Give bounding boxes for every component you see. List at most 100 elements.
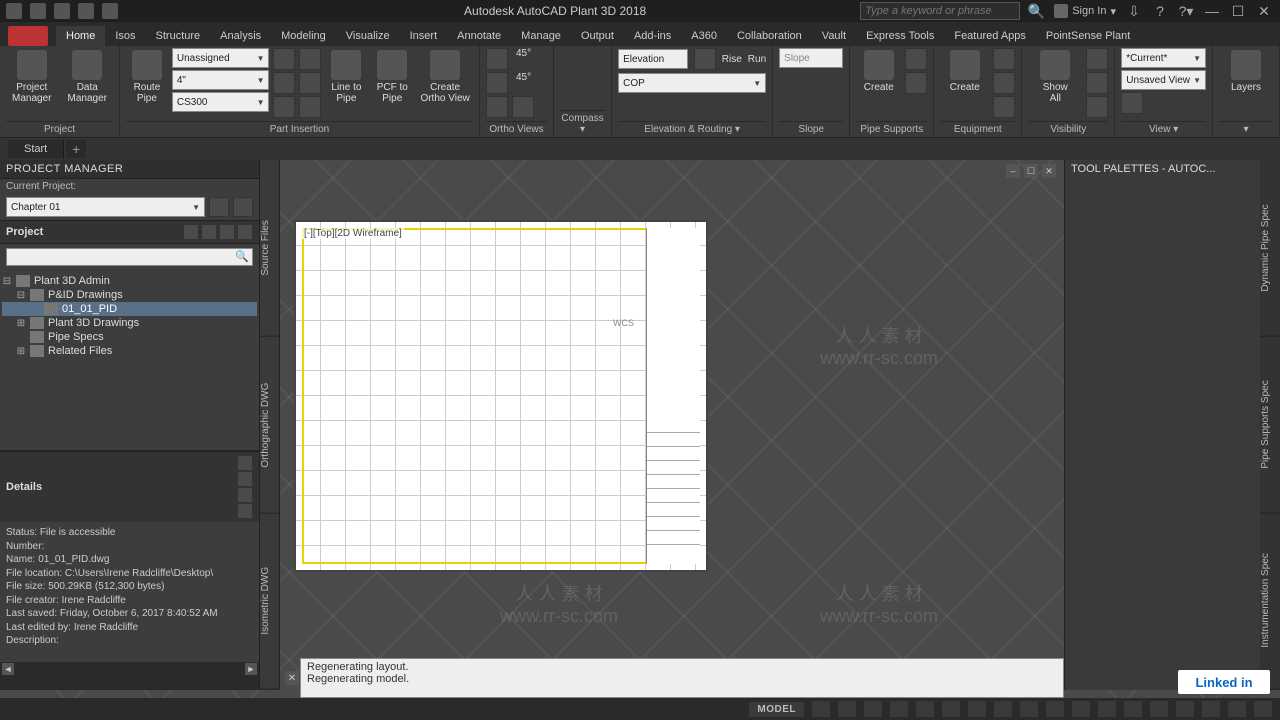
size-combo[interactable]: 4"▼ <box>172 70 270 90</box>
new-tab-button[interactable]: + <box>66 140 86 158</box>
eq-btn-3[interactable] <box>993 96 1015 118</box>
eq-btn-2[interactable] <box>993 72 1015 94</box>
tab-pointsense[interactable]: PointSense Plant <box>1036 26 1140 46</box>
status-ducs-icon[interactable] <box>994 701 1012 717</box>
tree-pid-file[interactable]: 01_01_PID <box>2 302 257 316</box>
det-btn-2[interactable] <box>237 471 253 487</box>
status-annomon-icon[interactable] <box>1124 701 1142 717</box>
vis-btn-3[interactable] <box>1086 96 1108 118</box>
status-snap-icon[interactable] <box>838 701 856 717</box>
layers-button[interactable]: Layers <box>1219 48 1273 95</box>
create-support-button[interactable]: Create <box>856 48 901 95</box>
help-icon[interactable]: ? <box>1152 3 1168 19</box>
qat-open-icon[interactable] <box>30 3 46 19</box>
cmdline-close-icon[interactable]: ✕ <box>285 671 299 685</box>
tab-addins[interactable]: Add-ins <box>624 26 681 46</box>
exchange-icon[interactable]: ⇩ <box>1126 3 1142 19</box>
command-line[interactable]: ✕ Regenerating layout. Regenerating mode… <box>300 658 1064 698</box>
tab-structure[interactable]: Structure <box>146 26 211 46</box>
vis-btn-1[interactable] <box>1086 48 1108 70</box>
scroll-right-icon[interactable]: ► <box>245 663 257 675</box>
pi-btn-4[interactable] <box>299 72 321 94</box>
tab-analysis[interactable]: Analysis <box>210 26 271 46</box>
elevation-input[interactable]: Elevation <box>618 49 688 69</box>
tp-tab-instrument[interactable]: Instrumentation Spec <box>1260 513 1280 690</box>
maximize-icon[interactable]: ☐ <box>1230 3 1246 19</box>
pi-btn-3[interactable] <box>273 72 295 94</box>
tree-pid-folder[interactable]: ⊟P&ID Drawings <box>2 288 257 302</box>
tab-a360[interactable]: A360 <box>681 26 727 46</box>
data-manager-button[interactable]: Data Manager <box>62 48 114 106</box>
status-hw-icon[interactable] <box>1176 701 1194 717</box>
current-project-combo[interactable]: Chapter 01▼ <box>6 197 205 217</box>
tab-manage[interactable]: Manage <box>511 26 571 46</box>
qat-undo-icon[interactable] <box>78 3 94 19</box>
status-lwt-icon[interactable] <box>1046 701 1064 717</box>
vtab-iso[interactable]: Isometric DWG <box>260 513 279 690</box>
det-btn-3[interactable] <box>237 487 253 503</box>
ortho-btn-4[interactable] <box>512 96 534 118</box>
slope-input[interactable]: Slope <box>779 48 843 68</box>
create-equipment-button[interactable]: Create <box>940 48 989 95</box>
elevation-sync-icon[interactable] <box>694 48 716 70</box>
drawing-viewport[interactable]: – ☐ ✕ [-][Top][2D Wireframe] WCS <box>280 160 1064 690</box>
status-3dosnap-icon[interactable] <box>942 701 960 717</box>
tab-modeling[interactable]: Modeling <box>271 26 336 46</box>
vtab-source[interactable]: Source Files <box>260 160 279 337</box>
ps-btn-1[interactable] <box>905 48 927 70</box>
search-icon[interactable]: 🔍 <box>235 250 249 263</box>
status-cycle-icon[interactable] <box>1098 701 1116 717</box>
tab-output[interactable]: Output <box>571 26 624 46</box>
det-btn-4[interactable] <box>237 503 253 519</box>
pm-tool-2[interactable] <box>233 197 253 217</box>
status-isolate-icon[interactable] <box>1202 701 1220 717</box>
tab-insert[interactable]: Insert <box>400 26 448 46</box>
tab-visualize[interactable]: Visualize <box>336 26 400 46</box>
show-all-button[interactable]: Show All <box>1028 48 1082 106</box>
status-workspace-icon[interactable] <box>1150 701 1168 717</box>
spec-combo[interactable]: CS300▼ <box>172 92 270 112</box>
status-grid-icon[interactable] <box>812 701 830 717</box>
pi-btn-5[interactable] <box>273 96 295 118</box>
tree-p3d-folder[interactable]: ⊞Plant 3D Drawings <box>2 316 257 330</box>
qat-new-icon[interactable] <box>6 3 22 19</box>
panel-label[interactable]: View ▾ <box>1121 121 1206 137</box>
vp-minimize-icon[interactable]: – <box>1006 164 1020 178</box>
tp-tab-supports[interactable]: Pipe Supports Spec <box>1260 337 1280 514</box>
tab-start[interactable]: Start <box>8 140 64 158</box>
model-space-button[interactable]: MODEL <box>749 702 804 717</box>
tab-annotate[interactable]: Annotate <box>447 26 511 46</box>
pm-tool-1[interactable] <box>209 197 229 217</box>
pcf-to-pipe-button[interactable]: PCF to Pipe <box>371 48 413 106</box>
vp-maximize-icon[interactable]: ☐ <box>1024 164 1038 178</box>
vtab-ortho[interactable]: Orthographic DWG <box>260 337 279 514</box>
vp-close-icon[interactable]: ✕ <box>1042 164 1056 178</box>
tree-pipe-specs[interactable]: Pipe Specs <box>2 330 257 344</box>
status-polar-icon[interactable] <box>890 701 908 717</box>
tree-related[interactable]: ⊞Related Files <box>2 344 257 358</box>
app-menu-button[interactable] <box>8 26 48 46</box>
infocenter-search[interactable] <box>860 2 1020 20</box>
line-to-pipe-button[interactable]: Line to Pipe <box>325 48 367 106</box>
pi-btn-6[interactable] <box>299 96 321 118</box>
status-clean-icon[interactable] <box>1228 701 1246 717</box>
tree-search-input[interactable] <box>6 248 253 266</box>
ortho-btn-3[interactable] <box>486 96 508 118</box>
view-btn-1[interactable] <box>1121 92 1143 114</box>
tab-featured[interactable]: Featured Apps <box>944 26 1036 46</box>
view-unsaved-combo[interactable]: Unsaved View▼ <box>1121 70 1206 90</box>
status-custom-icon[interactable] <box>1254 701 1272 717</box>
tp-tab-dynamic[interactable]: Dynamic Pipe Spec <box>1260 160 1280 337</box>
sign-in-button[interactable]: Sign In ▾ <box>1054 4 1116 18</box>
route-pipe-button[interactable]: Route Pipe <box>126 48 168 106</box>
tab-express[interactable]: Express Tools <box>856 26 944 46</box>
ortho-btn-2[interactable] <box>486 72 508 94</box>
vis-btn-2[interactable] <box>1086 72 1108 94</box>
close-icon[interactable]: ✕ <box>1256 3 1272 19</box>
help-dropdown-icon[interactable]: ?▾ <box>1178 3 1194 19</box>
ps-btn-2[interactable] <box>905 72 927 94</box>
tree-root[interactable]: ⊟Plant 3D Admin <box>2 274 257 288</box>
tree-btn-1[interactable] <box>183 224 199 240</box>
qat-redo-icon[interactable] <box>102 3 118 19</box>
status-otrack-icon[interactable] <box>968 701 986 717</box>
